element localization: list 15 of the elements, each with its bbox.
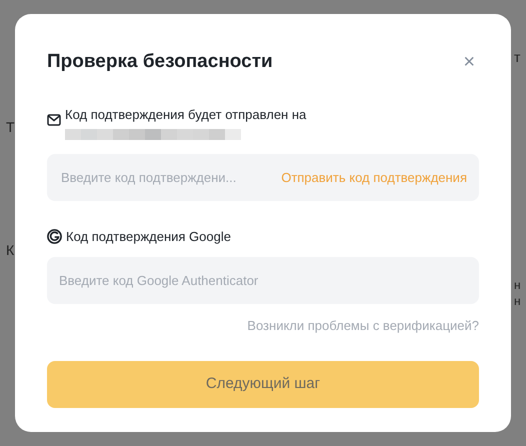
background-text: н	[514, 277, 521, 294]
label-text: Код подтверждения будет отправлен на	[65, 106, 306, 124]
send-code-link[interactable]: Отправить код подтверждения	[281, 168, 467, 188]
envelope-icon	[47, 114, 61, 126]
dialog-title: Проверка безопасности	[47, 50, 273, 74]
help-link[interactable]: Возникли проблемы с верификацией?	[247, 316, 479, 335]
google-icon	[47, 229, 62, 244]
code-field[interactable]: Введите код подтверждени...	[59, 166, 282, 188]
close-button[interactable]: ×	[459, 52, 479, 72]
background-text: К	[6, 241, 14, 260]
label-text: Код подтверждения Google	[66, 228, 231, 246]
authenticator-field[interactable]: Введите код Google Authenticator	[47, 256, 479, 304]
background-text: т	[514, 48, 520, 67]
background-text: н	[514, 293, 521, 310]
background-text: Т	[6, 118, 15, 137]
